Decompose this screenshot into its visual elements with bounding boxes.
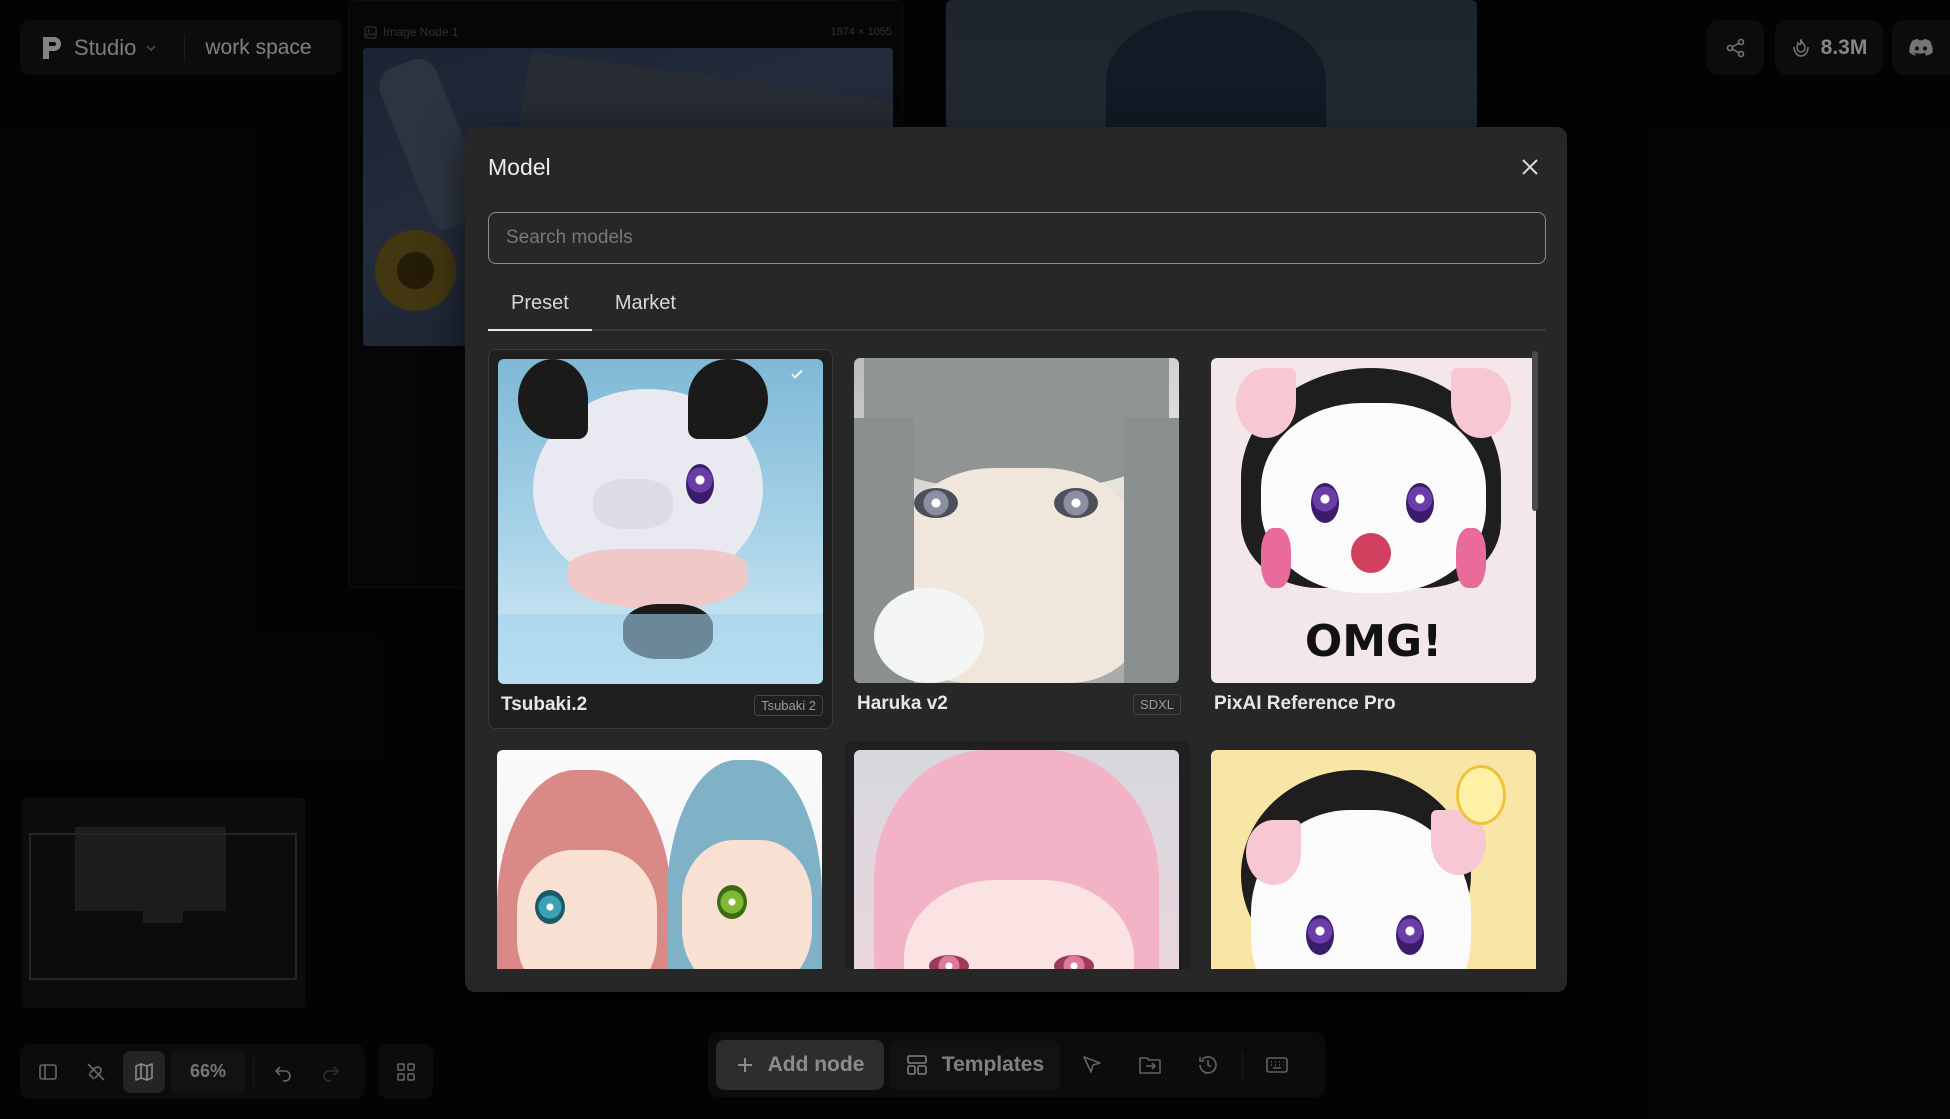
model-card-haruka[interactable]: Haruka v2 SDXL — [845, 349, 1190, 729]
model-picker-dialog: Model Preset Market Tsubaki.2 Tsubaki — [465, 127, 1567, 992]
model-card-tsubaki[interactable]: Tsubaki.2 Tsubaki 2 — [488, 349, 833, 729]
model-thumbnail — [497, 750, 822, 969]
check-icon — [789, 366, 805, 382]
model-tabs: Preset Market — [488, 282, 1546, 331]
model-card-pixai-reference-pro[interactable]: OMG! PixAI Reference Pro — [1202, 349, 1546, 729]
grid-scrollbar[interactable] — [1532, 351, 1538, 511]
model-grid: Tsubaki.2 Tsubaki 2 Haruka v2 SDXL OMG! … — [488, 349, 1546, 969]
search-input[interactable] — [488, 212, 1546, 264]
tab-market[interactable]: Market — [592, 282, 699, 331]
model-name: Tsubaki.2 — [501, 694, 588, 715]
model-thumbnail — [1211, 750, 1536, 969]
model-card[interactable] — [1202, 741, 1546, 969]
model-card[interactable] — [845, 741, 1190, 969]
model-card[interactable] — [488, 741, 833, 969]
tab-preset[interactable]: Preset — [488, 282, 592, 331]
model-thumbnail: OMG! — [1211, 358, 1536, 683]
model-base-tag: SDXL — [1133, 694, 1181, 715]
dialog-title: Model — [488, 154, 551, 180]
model-base-tag: Tsubaki 2 — [754, 695, 823, 716]
close-icon[interactable] — [1518, 155, 1542, 179]
model-thumbnail — [854, 750, 1179, 969]
model-name: Haruka v2 — [857, 693, 948, 714]
model-thumbnail — [854, 358, 1179, 683]
model-name: PixAI Reference Pro — [1214, 693, 1396, 714]
model-thumbnail — [498, 359, 823, 684]
thumbnail-caption: OMG! — [1304, 616, 1443, 667]
